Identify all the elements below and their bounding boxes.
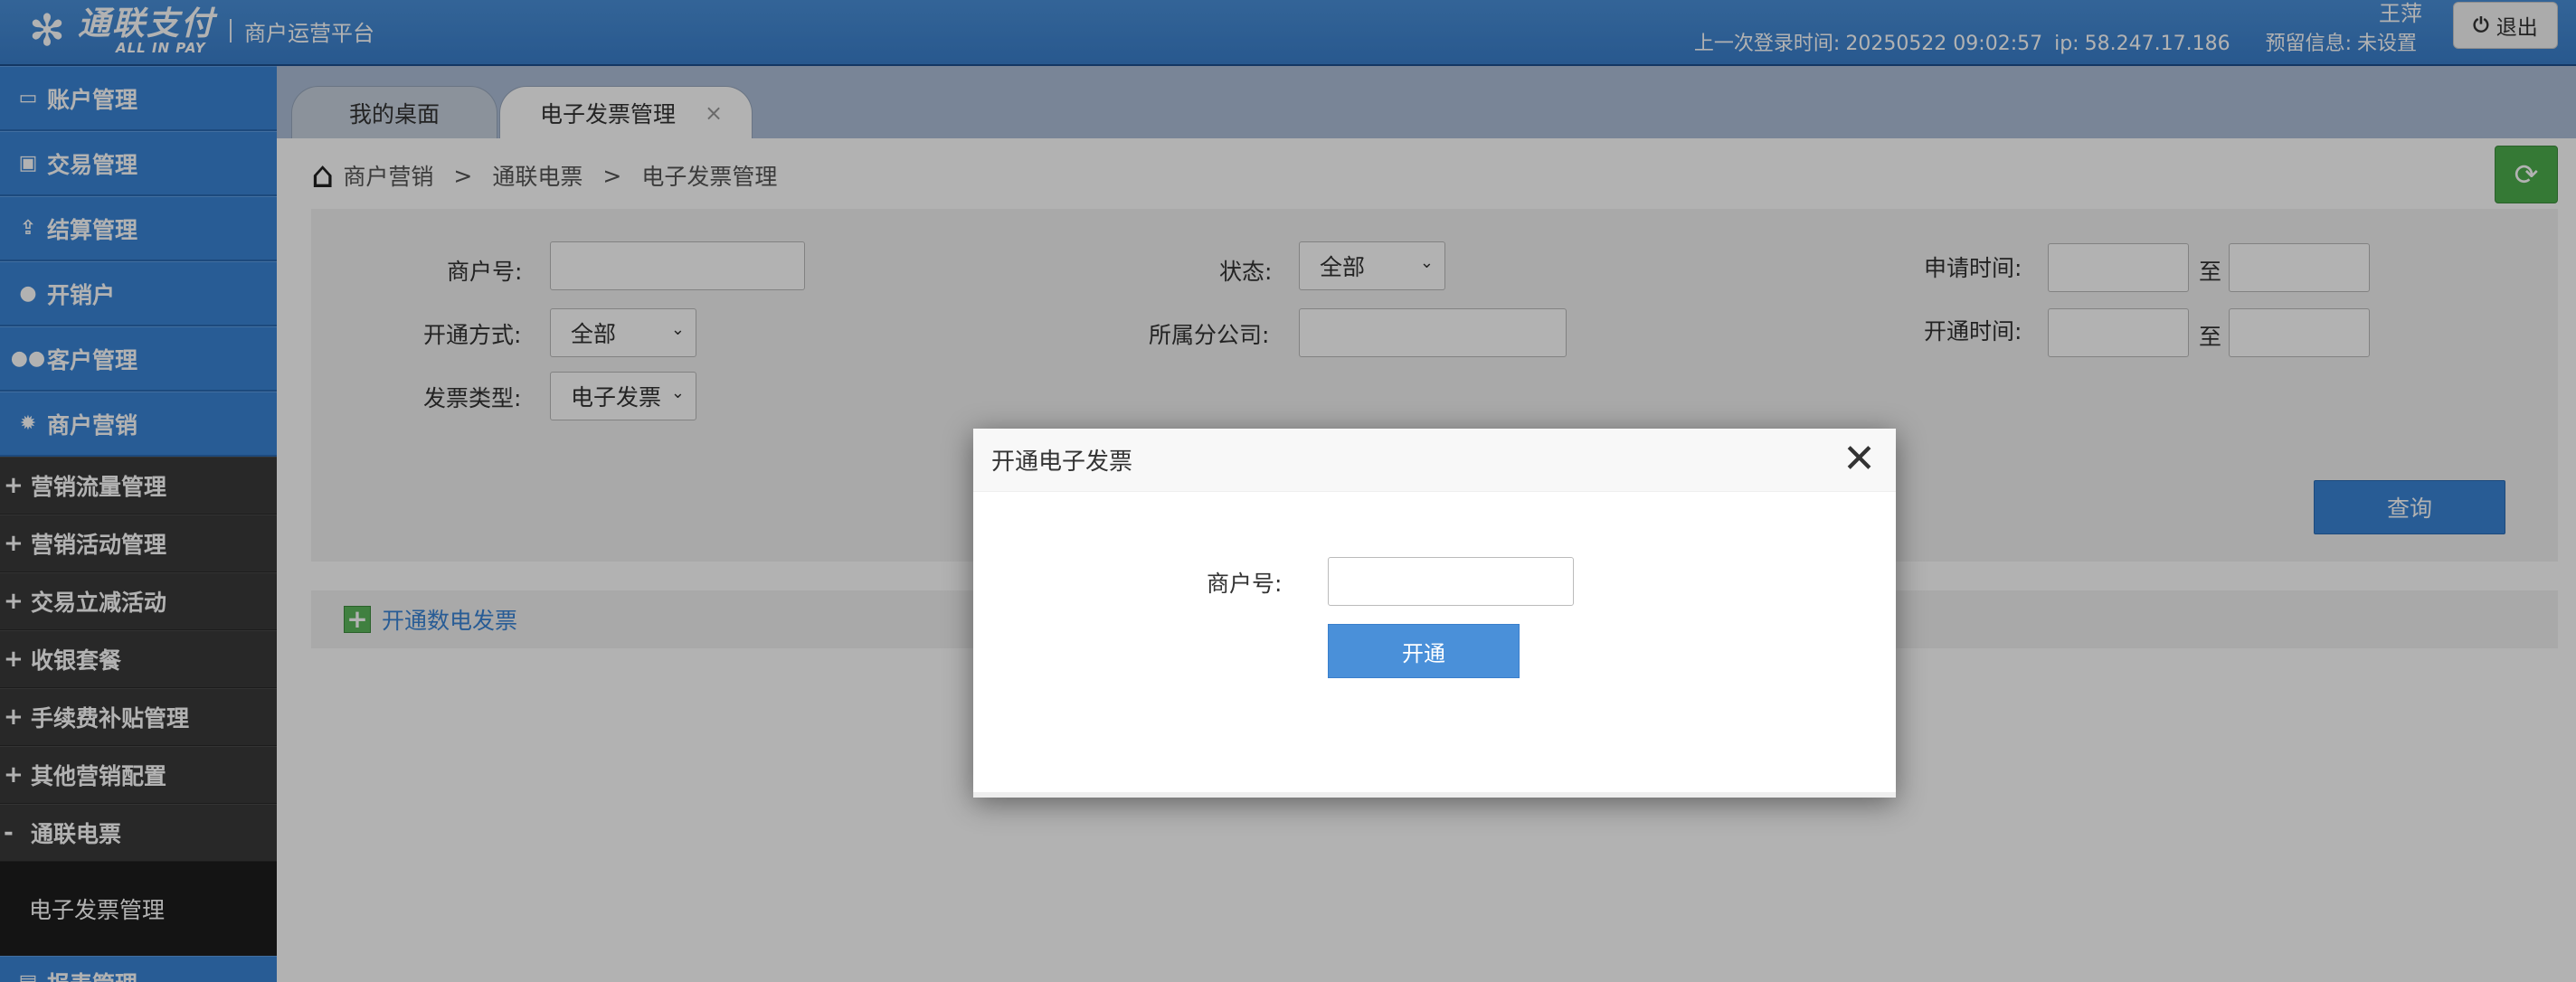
open-e-invoice-dialog: 开通电子发票 ✕ 商户号: 开通 (973, 429, 1896, 798)
dialog-merchant-no-label: 商户号: (1207, 571, 1283, 597)
dialog-header: 开通电子发票 ✕ (973, 429, 1896, 492)
dialog-open-button[interactable]: 开通 (1328, 624, 1520, 678)
dialog-merchant-no-input[interactable] (1328, 557, 1574, 606)
close-icon[interactable]: ✕ (1842, 439, 1876, 479)
dialog-footer-strip (973, 792, 1896, 798)
dialog-open-label: 开通 (1402, 640, 1445, 666)
dialog-title: 开通电子发票 (991, 449, 1133, 476)
